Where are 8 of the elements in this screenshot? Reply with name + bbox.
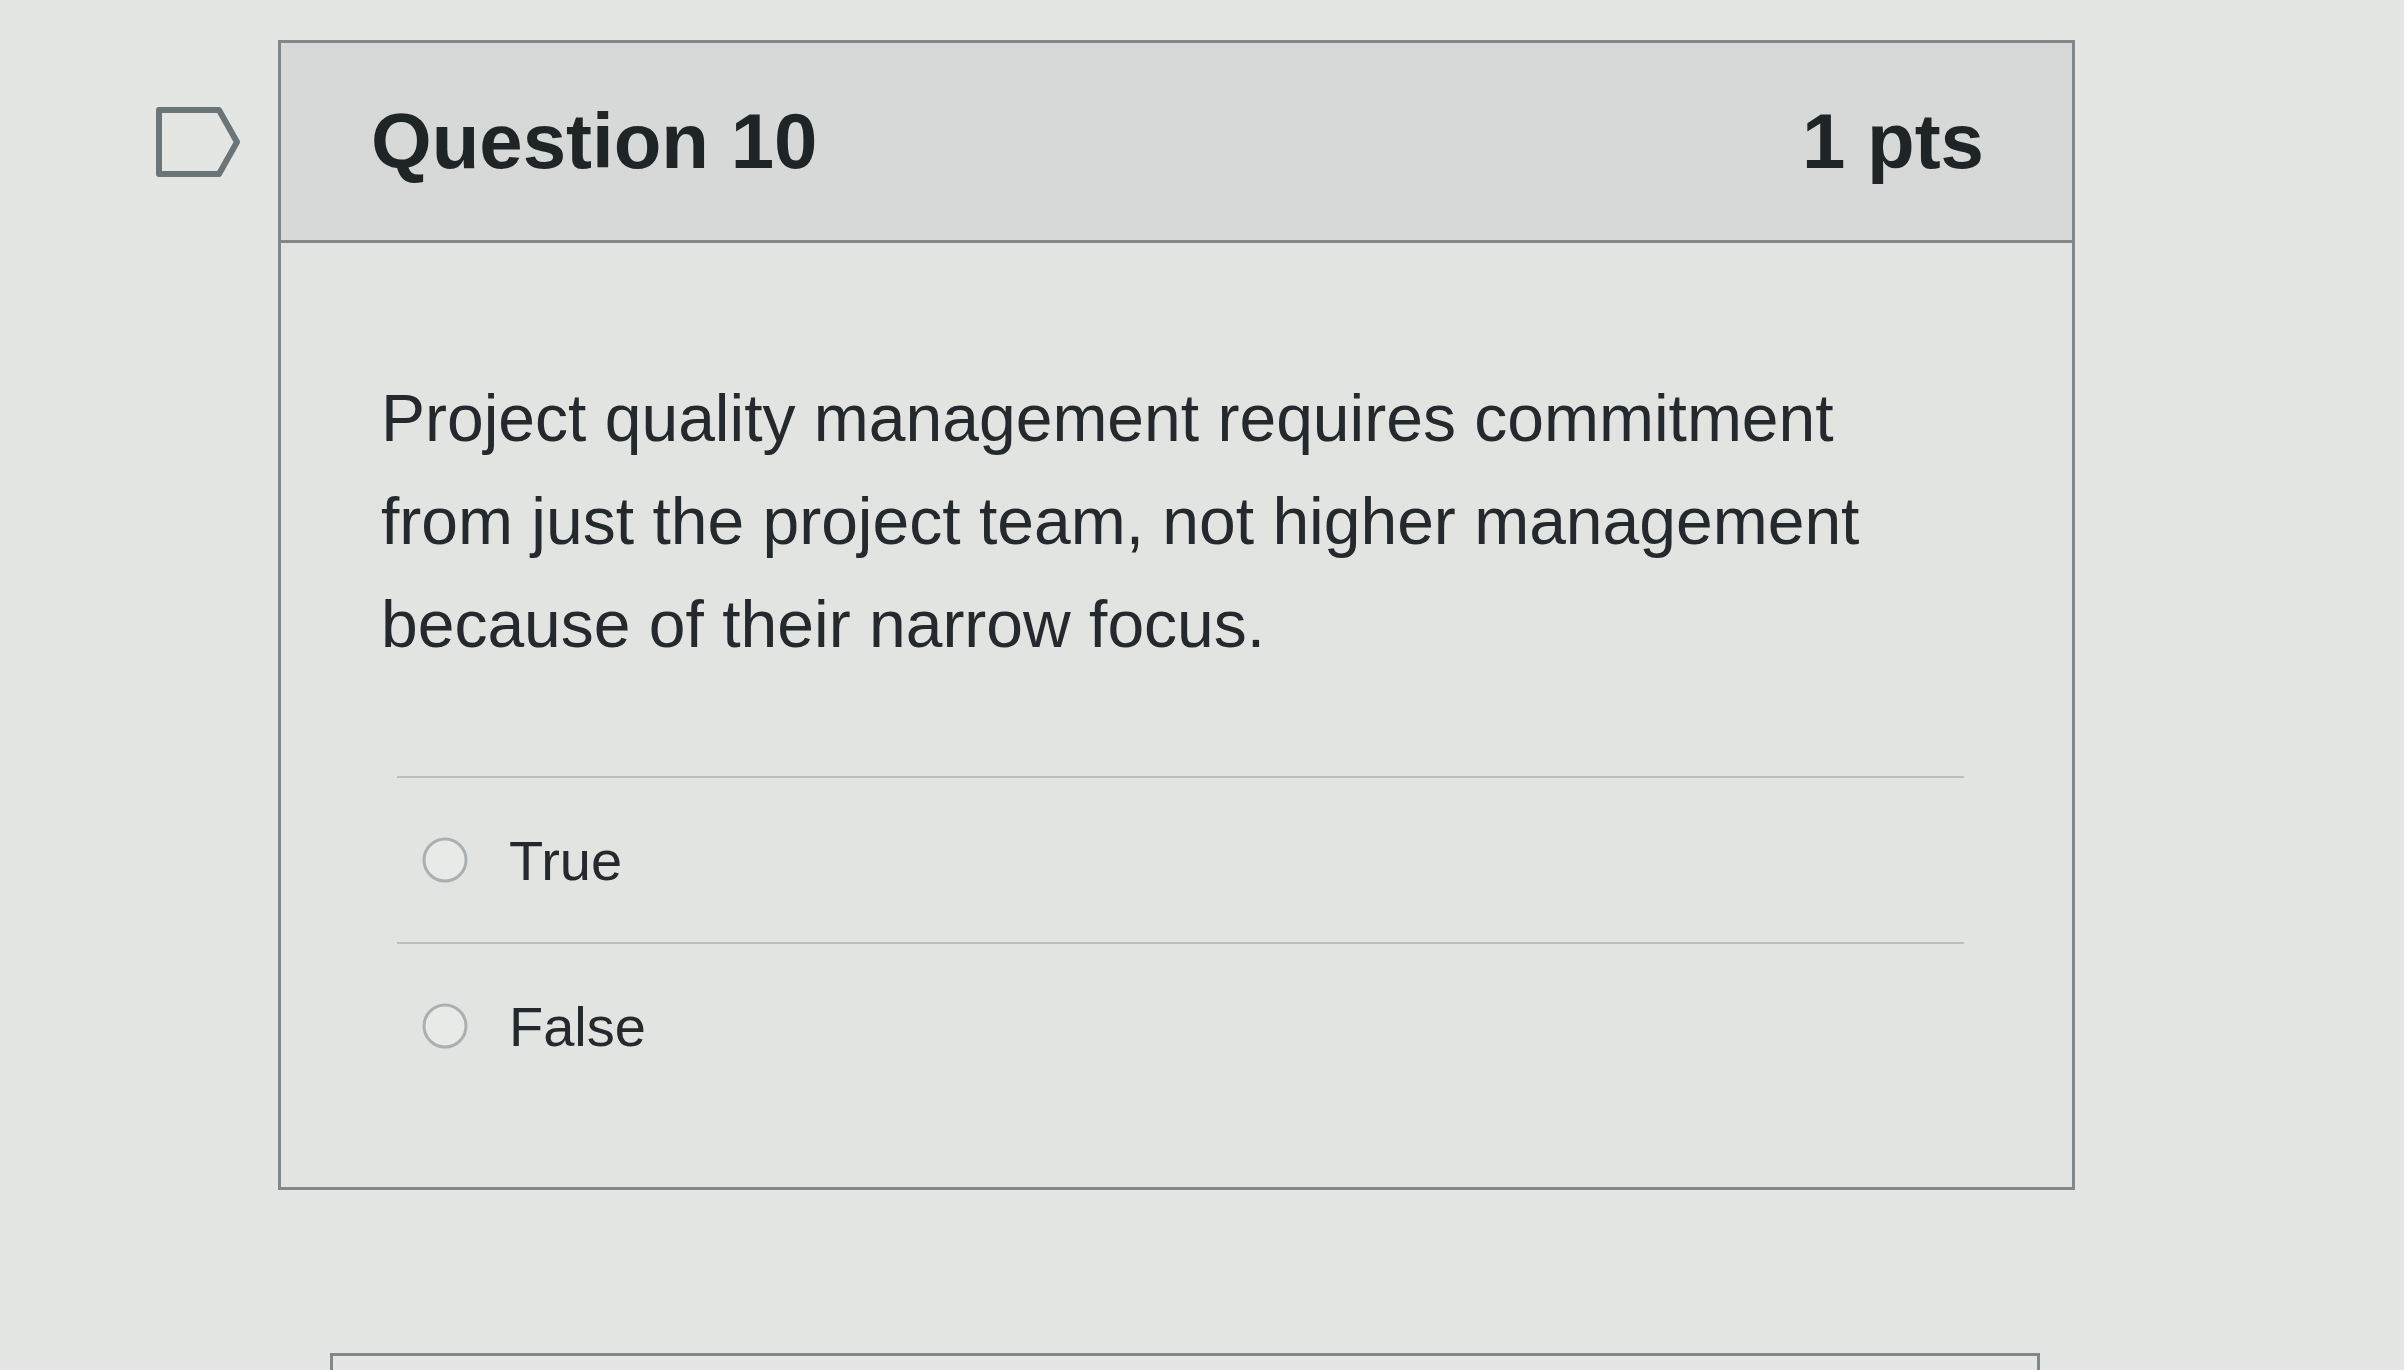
question-title: Question 10 — [371, 96, 818, 187]
question-text: Project quality management requires commitment from just the project team, not higher management because of their narrow focus. — [381, 380, 1861, 663]
radio-icon[interactable] — [421, 1002, 469, 1050]
question-points: 1 pts — [1801, 96, 1984, 187]
radio-icon[interactable] — [421, 836, 469, 884]
answer-label[interactable]: False — [509, 993, 646, 1059]
answer-label[interactable]: True — [509, 827, 623, 893]
tag-icon[interactable] — [155, 106, 241, 178]
